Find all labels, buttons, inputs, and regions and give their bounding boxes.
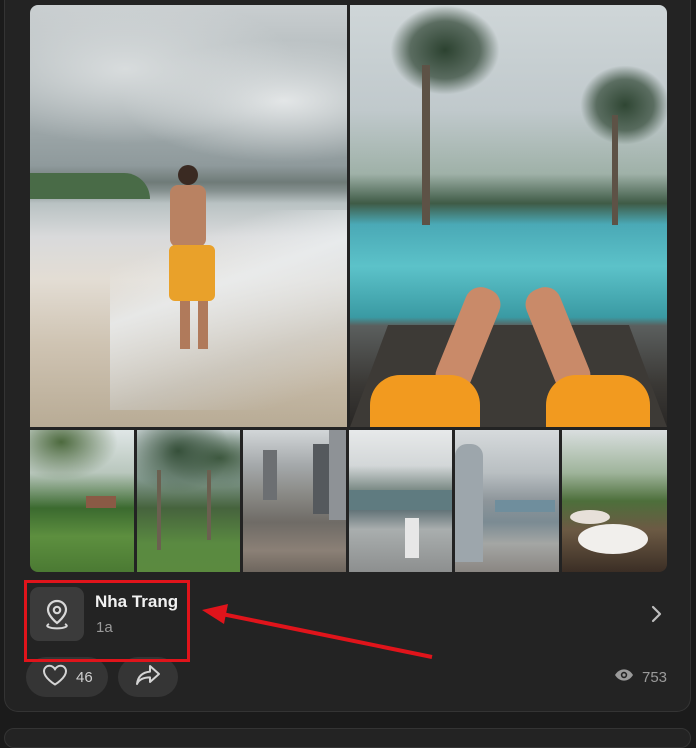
annotation-arrow xyxy=(202,604,433,659)
